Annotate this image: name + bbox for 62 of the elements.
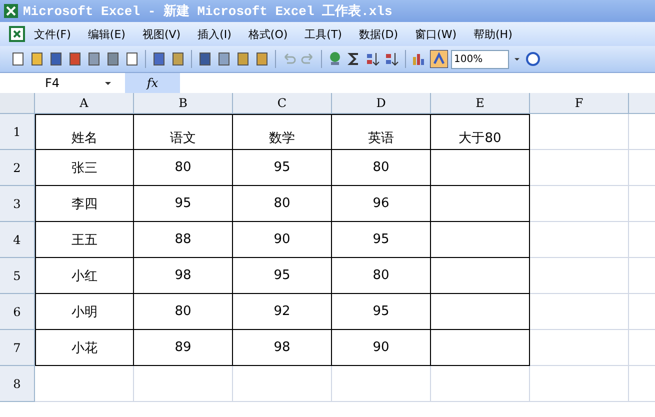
- menu-item[interactable]: 数据(D): [358, 26, 398, 42]
- table-cell[interactable]: 小花: [35, 330, 134, 366]
- row-header[interactable]: 8: [0, 366, 35, 402]
- column-header[interactable]: E: [431, 93, 530, 114]
- table-cell[interactable]: 95: [134, 186, 233, 222]
- row-header[interactable]: 2: [0, 150, 35, 186]
- table-cell[interactable]: 95: [233, 258, 332, 294]
- table-cell[interactable]: 96: [332, 186, 431, 222]
- menu-item[interactable]: 帮助(H): [474, 26, 512, 42]
- table-cell[interactable]: 92: [233, 294, 332, 330]
- menu-item[interactable]: 窗口(W): [415, 26, 456, 42]
- column-header[interactable]: A: [35, 93, 134, 114]
- table-cell[interactable]: 小红: [35, 258, 134, 294]
- menu-item[interactable]: 插入(I): [198, 26, 232, 42]
- column-header[interactable]: D: [332, 93, 431, 114]
- table-cell[interactable]: 98: [134, 258, 233, 294]
- table-cell[interactable]: 95: [332, 294, 431, 330]
- function-button[interactable]: fx: [125, 73, 180, 93]
- table-cell[interactable]: 90: [332, 330, 431, 366]
- column-header[interactable]: C: [233, 93, 332, 114]
- column-header[interactable]: F: [530, 93, 629, 114]
- row-header[interactable]: 1: [0, 114, 35, 150]
- table-cell[interactable]: 80: [332, 258, 431, 294]
- row-header[interactable]: 5: [0, 258, 35, 294]
- spreadsheet-icon: [3, 3, 19, 19]
- table-cell[interactable]: 大于80: [431, 114, 530, 150]
- table-cell[interactable]: 英语: [332, 114, 431, 150]
- row-header[interactable]: 4: [0, 222, 35, 258]
- table-cell[interactable]: 80: [233, 186, 332, 222]
- sort-descending-icon[interactable]: [384, 51, 400, 67]
- table-cell[interactable]: 90: [233, 222, 332, 258]
- table-cell[interactable]: 89: [134, 330, 233, 366]
- table-cell[interactable]: 98: [233, 330, 332, 366]
- table-cell[interactable]: 80: [134, 150, 233, 186]
- row-header[interactable]: 6: [0, 294, 35, 330]
- table-cell[interactable]: 小明: [35, 294, 134, 330]
- name-box[interactable]: F4: [0, 73, 125, 93]
- table-cell[interactable]: 李四: [35, 186, 134, 222]
- column-header[interactable]: B: [134, 93, 233, 114]
- help-icon[interactable]: [525, 51, 541, 67]
- table-cell[interactable]: 王五: [35, 222, 134, 258]
- row-header[interactable]: 3: [0, 186, 35, 222]
- row-header[interactable]: 7: [0, 330, 35, 366]
- zoom-field[interactable]: 100%: [451, 50, 509, 68]
- menu-item[interactable]: 文件(F): [34, 26, 71, 42]
- table-cell[interactable]: 95: [332, 222, 431, 258]
- menu-item[interactable]: 编辑(E): [88, 26, 126, 42]
- table-cell[interactable]: 80: [134, 294, 233, 330]
- menu-item[interactable]: 视图(V): [142, 26, 181, 42]
- table-cell[interactable]: 80: [332, 150, 431, 186]
- table-cell[interactable]: 95: [233, 150, 332, 186]
- table-cell[interactable]: 姓名: [35, 114, 134, 150]
- chart-icon[interactable]: [411, 51, 427, 67]
- spreadsheet-icon[interactable]: [8, 25, 26, 43]
- table-cell[interactable]: 数学: [233, 114, 332, 150]
- window-title: Microsoft Excel - 新建 Microsoft Excel 工作表.xls: [23, 2, 392, 20]
- sort-ascending-icon[interactable]: [365, 51, 381, 67]
- table-cell[interactable]: 语文: [134, 114, 233, 150]
- menu-item[interactable]: 格式(O): [248, 26, 288, 42]
- table-cell[interactable]: 张三: [35, 150, 134, 186]
- table-cell[interactable]: 88: [134, 222, 233, 258]
- menu-item[interactable]: 工具(T): [304, 26, 342, 42]
